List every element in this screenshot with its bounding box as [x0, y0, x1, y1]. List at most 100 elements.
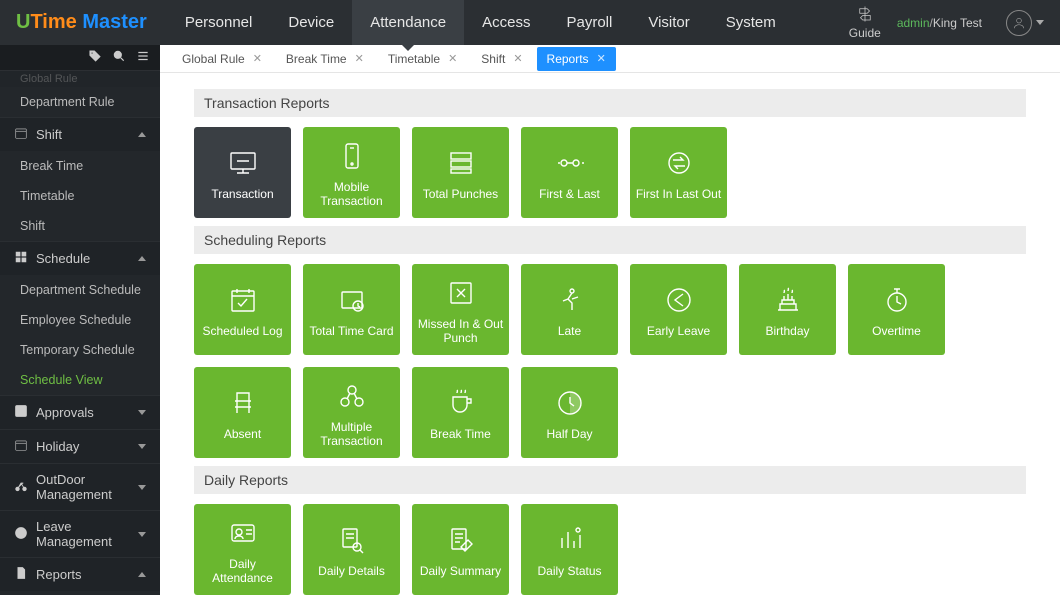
tab-reports[interactable]: Reports✕ — [537, 47, 616, 71]
close-icon[interactable]: ✕ — [597, 52, 606, 65]
cup-icon — [445, 385, 477, 421]
card-transaction[interactable]: Transaction — [194, 127, 291, 218]
side-group-holiday[interactable]: Holiday — [0, 429, 160, 463]
nav-access[interactable]: Access — [464, 0, 548, 45]
section-title-daily-reports: Daily Reports — [194, 466, 1026, 494]
runner-icon — [554, 282, 586, 318]
side-sub-schedule-view[interactable]: Schedule View — [0, 365, 160, 395]
guide-button[interactable]: Guide — [849, 5, 881, 40]
side-group-leave-management[interactable]: Leave Management — [0, 510, 160, 557]
card-first-last[interactable]: First & Last — [521, 127, 618, 218]
chevron-up-icon — [138, 132, 146, 137]
side-group-schedule[interactable]: Schedule — [0, 241, 160, 275]
list-icon[interactable] — [136, 49, 150, 66]
tab-timetable[interactable]: Timetable✕ — [378, 47, 467, 71]
nav-attendance[interactable]: Attendance — [352, 0, 464, 45]
side-group-reports[interactable]: Reports — [0, 557, 160, 591]
card-daily-details[interactable]: Daily Details — [303, 504, 400, 595]
logo-part-u: U — [16, 11, 30, 33]
user-role: admin — [897, 16, 930, 30]
logo-part-master: Master — [77, 11, 147, 33]
tab-break-time[interactable]: Break Time ✕ — [276, 47, 374, 71]
side-sub-department-schedule[interactable]: Department Schedule — [0, 275, 160, 305]
pendoc-icon — [445, 522, 477, 558]
user-avatar[interactable] — [1006, 10, 1032, 36]
card-label: Multiple Transaction — [307, 420, 396, 449]
close-icon[interactable]: ✕ — [513, 52, 522, 65]
search-icon[interactable] — [112, 49, 126, 66]
card-birthday[interactable]: Birthday — [739, 264, 836, 355]
monitor-icon — [227, 145, 259, 181]
card-first-in-last-out[interactable]: First In Last Out — [630, 127, 727, 218]
tab-label: Global Rule — [182, 52, 245, 66]
card-half-day[interactable]: Half Day — [521, 367, 618, 458]
calendar-icon — [14, 438, 28, 455]
tab-shift[interactable]: Shift✕ — [471, 47, 532, 71]
card-label: Daily Details — [318, 564, 385, 578]
card-label: Total Punches — [423, 187, 498, 201]
sidebar: Global RuleDepartment RuleShiftBreak Tim… — [0, 45, 160, 595]
section-title-scheduling-reports: Scheduling Reports — [194, 226, 1026, 254]
magdoc-icon — [336, 522, 368, 558]
user-name: King Test — [933, 16, 982, 30]
card-label: Half Day — [546, 427, 592, 441]
side-sub-timetable[interactable]: Timetable — [0, 181, 160, 211]
card-early-leave[interactable]: Early Leave — [630, 264, 727, 355]
nav-payroll[interactable]: Payroll — [548, 0, 630, 45]
card-daily-status[interactable]: Daily Status — [521, 504, 618, 595]
side-sub-temporary-schedule[interactable]: Temporary Schedule — [0, 335, 160, 365]
card-scheduled-log[interactable]: Scheduled Log — [194, 264, 291, 355]
close-icon[interactable]: ✕ — [253, 52, 262, 65]
user-block[interactable]: admin/King Test — [897, 16, 982, 30]
side-group-approvals[interactable]: Approvals — [0, 395, 160, 429]
nav-visitor[interactable]: Visitor — [630, 0, 707, 45]
stopwatch-icon — [881, 282, 913, 318]
doc-icon — [14, 566, 28, 583]
swap-icon — [663, 145, 695, 181]
stack-icon — [445, 145, 477, 181]
side-sub-break-time[interactable]: Break Time — [0, 151, 160, 181]
grid-icon — [14, 250, 28, 267]
card-total-punches[interactable]: Total Punches — [412, 127, 509, 218]
bike-icon — [14, 479, 28, 496]
close-icon[interactable]: ✕ — [448, 52, 457, 65]
side-sub-shift[interactable]: Shift — [0, 211, 160, 241]
card-overtime[interactable]: Overtime — [848, 264, 945, 355]
user-menu-caret-icon[interactable] — [1036, 20, 1044, 25]
side-sub-department-rule[interactable]: Department Rule — [0, 87, 160, 117]
nav-system[interactable]: System — [708, 0, 794, 45]
side-sub-employee-schedule[interactable]: Employee Schedule — [0, 305, 160, 335]
content-scroll[interactable]: Transaction ReportsTransactionMobile Tra… — [160, 73, 1060, 595]
card-label: Birthday — [765, 324, 809, 338]
card-label: Daily Status — [537, 564, 601, 578]
side-group-outdoor-management[interactable]: OutDoor Management — [0, 463, 160, 510]
close-icon[interactable]: ✕ — [355, 52, 364, 65]
nav-device[interactable]: Device — [270, 0, 352, 45]
tab-label: Break Time — [286, 52, 347, 66]
tab-global-rule[interactable]: Global Rule ✕ — [172, 47, 272, 71]
card-late[interactable]: Late — [521, 264, 618, 355]
card-label: Mobile Transaction — [307, 180, 396, 209]
card-mobile-transaction[interactable]: Mobile Transaction — [303, 127, 400, 218]
card-label: Missed In & Out Punch — [416, 317, 505, 346]
side-sub-global-rule[interactable]: Global Rule — [0, 71, 160, 87]
timecard-icon — [336, 282, 368, 318]
calendar-icon — [14, 126, 28, 143]
chevron-down-icon — [138, 485, 146, 490]
tag-icon[interactable] — [88, 49, 102, 66]
side-group-shift[interactable]: Shift — [0, 117, 160, 151]
card-daily-attendance[interactable]: Daily Attendance — [194, 504, 291, 595]
card-label: Overtime — [872, 324, 921, 338]
check-icon — [14, 404, 28, 421]
nav-personnel[interactable]: Personnel — [167, 0, 271, 45]
side-sub-calculate[interactable]: Calculate — [0, 591, 160, 595]
card-break-time[interactable]: Break Time — [412, 367, 509, 458]
card-daily-summary[interactable]: Daily Summary — [412, 504, 509, 595]
card-label: Early Leave — [647, 324, 710, 338]
card-multiple-transaction[interactable]: Multiple Transaction — [303, 367, 400, 458]
bars-icon — [554, 522, 586, 558]
guide-label: Guide — [849, 26, 881, 40]
card-absent[interactable]: Absent — [194, 367, 291, 458]
card-total-time-card[interactable]: Total Time Card — [303, 264, 400, 355]
card-missed-in-out-punch[interactable]: Missed In & Out Punch — [412, 264, 509, 355]
